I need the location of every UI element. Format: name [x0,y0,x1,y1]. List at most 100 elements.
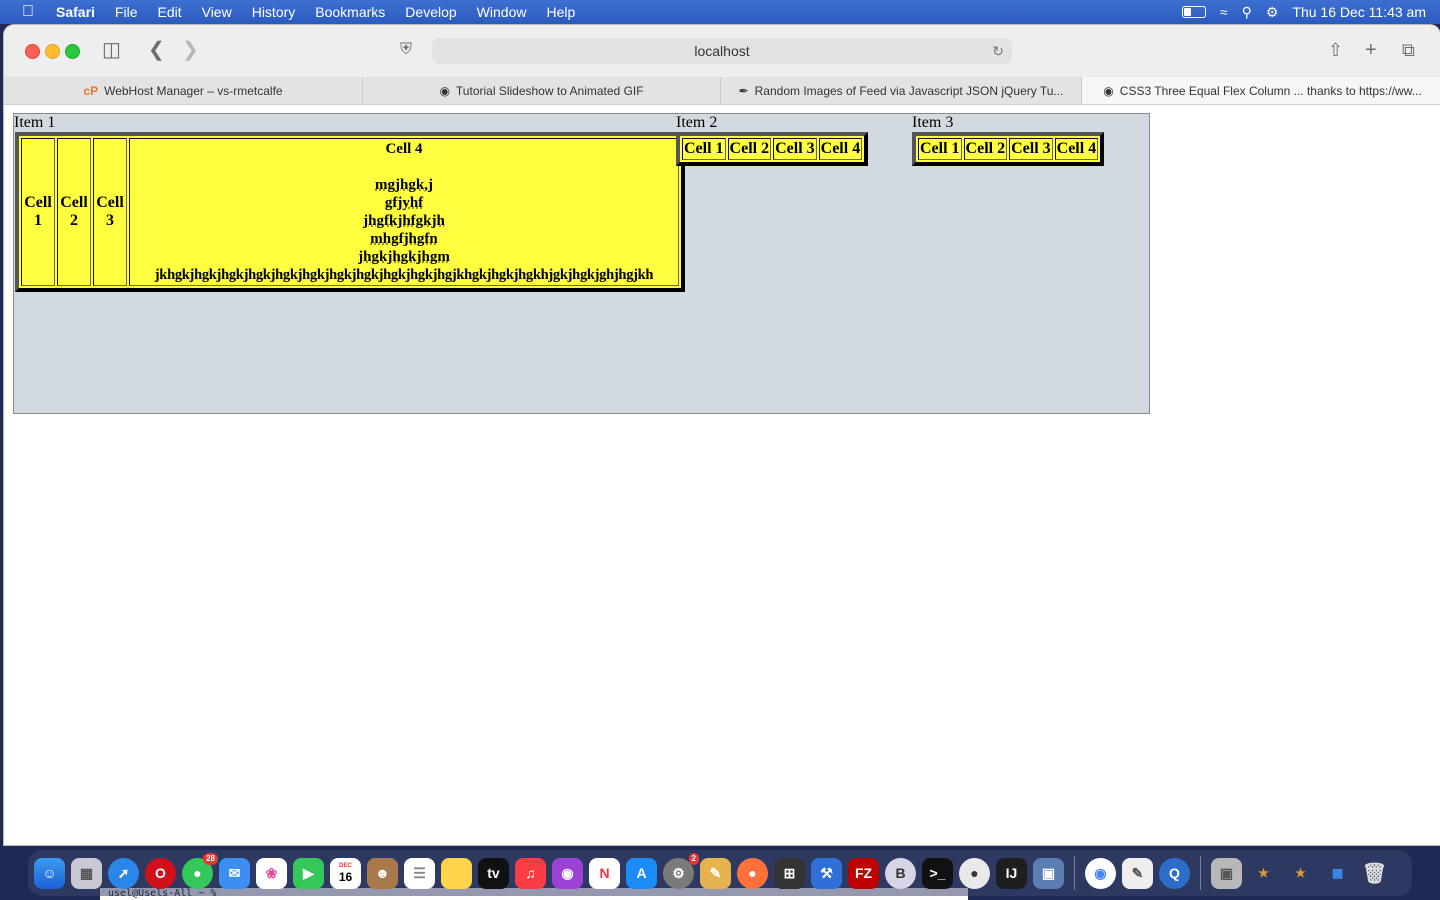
news-icon[interactable]: N [589,857,620,889]
safari-window: ◫ ❮ ❯ ⛨ localhost ↻ ⇧ + ⧉ cP WebHost Man… [4,25,1440,845]
firefox-icon[interactable]: ● [737,857,768,889]
messages-icon[interactable]: ● 28 [182,852,218,889]
mail-icon[interactable]: ✉ [219,857,250,889]
launchpad-icon[interactable]: ▦ [71,857,102,889]
filezilla-icon[interactable]: FZ [848,857,879,889]
menubar-clock[interactable]: Thu 16 Dec 11:43 am [1292,4,1426,20]
dock-separator [1200,856,1201,890]
table-cell: Cell 2 [727,138,772,160]
cell-4-line: gfjyhf [384,195,424,211]
column-label: Item 2 [676,114,718,131]
github-icon: ◉ [439,83,450,98]
chrome-icon[interactable]: ◉ [1085,857,1116,889]
tab-tutorial-slideshow[interactable]: ◉ Tutorial Slideshow to Animated GIF [363,77,721,104]
control-center-icon[interactable]: ⚙ [1266,0,1279,24]
opera-icon[interactable]: O [145,857,176,889]
menu-app-safari[interactable]: Safari [56,0,105,24]
quicktime-icon[interactable]: Q [1159,857,1190,889]
back-arrow-icon[interactable]: ❮ [148,38,165,62]
intellij-icon[interactable]: IJ [996,857,1027,889]
flex-column-item-3: Item 3 Cell 1 Cell 2 Cell 3 Cell 4 [912,114,1105,166]
messages-badge: 28 [203,852,218,865]
contacts-icon[interactable]: ☻ [367,857,398,889]
close-window-button[interactable] [25,44,40,59]
table-cell: Cell 2 [57,138,91,286]
column-label: Item 1 [14,114,56,131]
podcasts-icon[interactable]: ◉ [552,857,583,889]
sequel-pro-icon[interactable]: ● [959,857,990,889]
feather-icon: ✒ [738,83,749,98]
menu-bookmarks[interactable]: Bookmarks [305,0,395,24]
forward-arrow-icon[interactable]: ❯ [182,38,199,62]
tab-random-images[interactable]: ✒ Random Images of Feed via Javascript J… [721,77,1082,104]
xcode-icon[interactable]: ⚒ [811,857,842,889]
paint-palette-icon[interactable]: ✎ [700,857,731,889]
bbedit-icon[interactable]: B [885,857,916,889]
tab-label: WebHost Manager – vs-rmetcalfe [104,83,283,98]
tab-overview-icon[interactable]: ⧉ [1402,38,1415,62]
dock-separator [1074,856,1075,890]
battery-icon[interactable] [1181,6,1206,18]
apple-tv-icon[interactable]: tv [478,857,509,889]
reload-icon[interactable]: ↻ [992,38,1004,64]
music-icon[interactable]: ♫ [515,857,546,889]
wifi-icon[interactable]: ≈ [1220,0,1228,24]
trash-icon[interactable]: 🗑 [1359,858,1390,889]
new-tab-icon[interactable]: + [1365,38,1377,62]
privacy-shield-icon[interactable]: ⛨ [400,38,412,62]
minimized-window-icon[interactable]: ★ [1285,858,1316,889]
github-icon: ◉ [1103,83,1114,98]
app-store-icon[interactable]: A [626,857,657,889]
finder-icon[interactable]: ☺ [34,857,65,889]
dock: ☺ ▦ ➚ O ● 28 ✉ ❀ ▶ DEC 16 ☻ ☰ tv ♫ ◉ N A … [28,850,1412,896]
minimized-window-icon[interactable]: ★ [1248,858,1279,889]
menu-file[interactable]: File [105,0,148,24]
notes-icon[interactable] [441,857,472,889]
safari-icon[interactable]: ➚ [108,857,139,889]
table-cell: Cell 3 [93,138,127,286]
table-cell: Cell 2 [963,138,1008,160]
share-icon[interactable]: ⇧ [1328,38,1343,62]
calendar-day: 16 [338,869,353,884]
spotlight-search-icon[interactable]: ⚲ [1242,0,1252,24]
minimize-window-button[interactable] [45,44,60,59]
sidebar-toggle-icon[interactable]: ◫ [102,38,121,62]
cell-4-line: jhgkjhgkjhgm [358,249,450,265]
reminders-icon[interactable]: ☰ [404,857,435,889]
photos-icon[interactable]: ❀ [256,857,287,889]
fullscreen-window-button[interactable] [65,44,80,59]
cell-4-line: jkhgkjhgkjhgkjhgkjhgkjhgkjhgkjhgkjhgkjhg… [154,267,654,283]
textedit-icon[interactable]: ✎ [1122,857,1153,889]
address-bar[interactable]: localhost ↻ [432,38,1012,64]
table-cell: Cell 1 [682,138,726,160]
menu-history[interactable]: History [242,0,306,24]
terminal-icon[interactable]: >_ [922,857,953,889]
cell-table: Cell 1 Cell 2 Cell 3 Cell 4 [676,132,869,166]
address-text: localhost [694,43,750,59]
calculator-icon[interactable]: ⊞ [774,857,805,889]
menu-window[interactable]: Window [467,0,537,24]
flex-container: Item 1 Cell 1 Cell 2 Cell 3 Cell 4 mgjhg… [13,113,1150,414]
downloads-folder-icon[interactable]: ▣ [1211,857,1242,889]
menu-develop[interactable]: Develop [395,0,466,24]
preview-icon[interactable]: ▣ [1033,857,1064,889]
calendar-icon[interactable]: DEC 16 [330,857,361,889]
tab-label: Random Images of Feed via Javascript JSO… [754,83,1064,98]
cell-table: Cell 1 Cell 2 Cell 3 Cell 4 mgjhgk,j gfj… [15,132,685,292]
menu-view[interactable]: View [192,0,242,24]
tab-label: Tutorial Slideshow to Animated GIF [455,83,644,98]
status-area: ≈ ⚲ ⚙ Thu 16 Dec 11:43 am [1181,0,1426,24]
menu-help[interactable]: Help [536,0,585,24]
minimized-window-icon[interactable]: ▩ [1322,858,1353,889]
flex-column-item-2: Item 2 Cell 1 Cell 2 Cell 3 Cell 4 [676,114,869,166]
tab-bar: cP WebHost Manager – vs-rmetcalfe ◉ Tuto… [4,77,1440,105]
table-cell: Cell 3 [1009,138,1053,160]
apple-icon[interactable]:  [0,3,56,21]
menu-edit[interactable]: Edit [147,0,191,24]
tab-css3-flex-column[interactable]: ◉ CSS3 Three Equal Flex Column ... thank… [1082,77,1440,104]
column-label: Item 3 [912,114,954,131]
cell-4-title: Cell 4 [385,141,423,157]
tab-webhost-manager[interactable]: cP WebHost Manager – vs-rmetcalfe [4,77,363,104]
facetime-icon[interactable]: ▶ [293,857,324,889]
system-preferences-icon[interactable]: ⚙ 2 [663,852,699,889]
